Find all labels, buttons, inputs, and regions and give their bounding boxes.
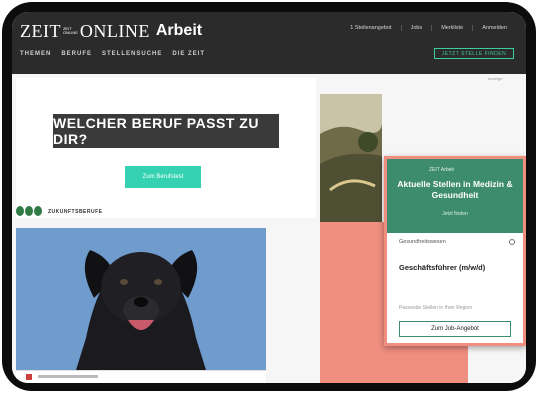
partner-logo-icon [16, 206, 42, 218]
page-content: Anzeige WELCHER BERUF PASST ZU DIR? Zum … [12, 74, 526, 383]
quiz-banner: WELCHER BERUF PASST ZU DIR? [53, 114, 279, 148]
main-nav: THEMEN BERUFE STELLENSUCHE DIE ZEIT [20, 51, 215, 57]
find-job-button[interactable]: JETZT STELLE FINDEN [434, 48, 514, 59]
black-dog-image [16, 228, 266, 370]
ad-label: Anzeige [488, 76, 503, 81]
logo-online-text: ONLINE [79, 20, 150, 41]
partner-branding: ZUKUNFTSBERUFE [16, 206, 103, 218]
nav-item-die-zeit[interactable]: DIE ZEIT [172, 51, 205, 57]
article-teaser-strip[interactable] [16, 370, 266, 383]
zeit-online-arbeit-logo[interactable]: ZEIT ZEIT ONLINE ONLINE Arbeit [20, 20, 202, 42]
site-header: ZEIT ZEIT ONLINE ONLINE Arbeit 1 Stellen… [12, 12, 526, 74]
widget-hint: Passende Stellen in Ihrer Region [399, 305, 473, 311]
nav-item-stellensuche[interactable]: STELLENSUCHE [102, 51, 162, 57]
widget-subtitle: Jetzt finden [442, 211, 468, 217]
nav-item-themen[interactable]: THEMEN [20, 51, 51, 57]
job-finder-widget: ZEIT Arbeit Aktuelle Stellen in Medizin … [384, 156, 526, 346]
util-nav-watchlist[interactable]: Merkliste [431, 25, 472, 31]
util-nav-offers[interactable]: 1 Stellenangebot [341, 25, 400, 31]
landscape-photo[interactable] [320, 94, 382, 222]
util-nav-jobs[interactable]: Jobs [400, 25, 432, 31]
logo-zeit-text: ZEIT [20, 20, 61, 41]
utility-nav: 1 Stellenangebot Jobs Merkliste Anmelden [341, 25, 516, 31]
logo-mini-text: ZEIT ONLINE [62, 26, 78, 36]
view-job-button[interactable]: Zum Job-Angebot [399, 321, 511, 337]
radio-icon[interactable] [509, 239, 515, 245]
widget-title: Aktuelle Stellen in Medizin & Gesundheit [397, 179, 513, 200]
logo-arbeit-text: Arbeit [155, 22, 203, 39]
browser-screen: ZEIT ZEIT ONLINE ONLINE Arbeit 1 Stellen… [12, 12, 526, 383]
landscape-image [320, 94, 382, 222]
filter-label: Gesundheitswesen [399, 239, 446, 245]
field-filter-option[interactable]: Gesundheitswesen [399, 239, 515, 245]
job-title[interactable]: Geschäftsführer (m/w/d) [399, 263, 485, 272]
career-quiz-card: WELCHER BERUF PASST ZU DIR? Zum Berufste… [16, 78, 316, 218]
nav-item-berufe[interactable]: BERUFE [61, 51, 92, 57]
tablet-frame: ZEIT ZEIT ONLINE ONLINE Arbeit 1 Stellen… [2, 2, 536, 391]
partner-name: ZUKUNFTSBERUFE [48, 209, 103, 215]
logo-mini-bottom: ONLINE [62, 30, 78, 35]
quiz-start-button[interactable]: Zum Berufstest [125, 166, 201, 188]
widget-logo: ZEIT Arbeit [429, 167, 454, 173]
widget-header: ZEIT Arbeit Aktuelle Stellen in Medizin … [387, 159, 523, 233]
util-nav-login[interactable]: Anmelden [472, 25, 516, 31]
dog-photo-card[interactable] [16, 228, 266, 370]
